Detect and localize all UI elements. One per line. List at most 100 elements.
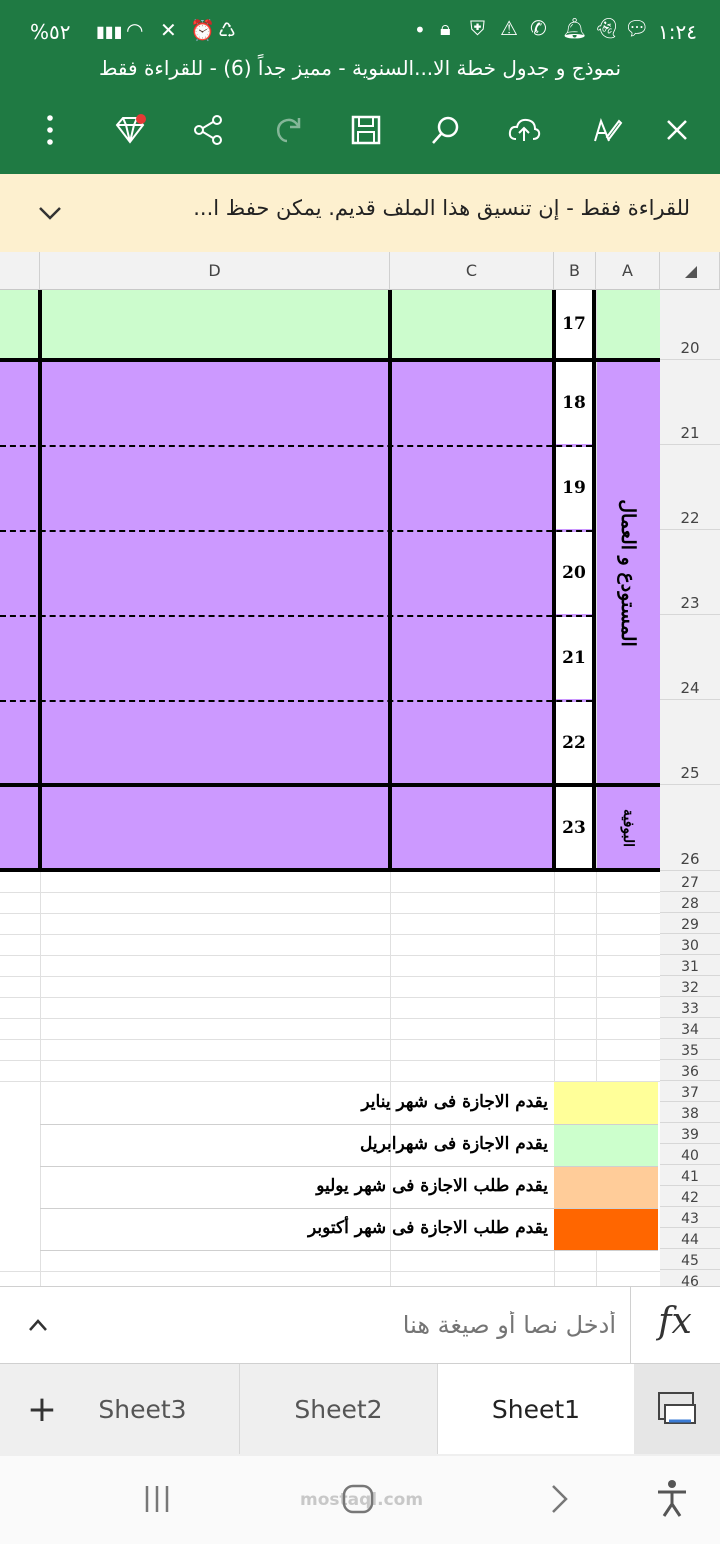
row-header-24[interactable]: 24 bbox=[660, 615, 720, 700]
fill-row-20 bbox=[0, 290, 592, 360]
row-header-42[interactable]: 42 bbox=[660, 1186, 720, 1207]
dot-icon: • bbox=[414, 18, 426, 42]
tab-sheet2[interactable]: Sheet2 bbox=[240, 1364, 438, 1454]
legend-swatch-yellow bbox=[554, 1082, 658, 1124]
fill-a20 bbox=[596, 290, 660, 360]
cell-b23[interactable]: 20 bbox=[556, 532, 592, 614]
column-header-partial[interactable] bbox=[0, 252, 40, 290]
row-header-28[interactable]: 28 bbox=[660, 892, 720, 913]
cell-b26[interactable]: 23 bbox=[556, 787, 592, 868]
cell-a21-merged[interactable]: المستودع و العمال bbox=[596, 362, 660, 783]
row-header-22[interactable]: 22 bbox=[660, 445, 720, 530]
cell-b25[interactable]: 22 bbox=[556, 702, 592, 783]
mute-icon: ✕ bbox=[160, 18, 177, 42]
row-header-38[interactable]: 38 bbox=[660, 1102, 720, 1123]
app-header: ١:٢٤ %٥٢ ▮▮▮ ◠ ✕ ⏰ ♺ • 🔒︎ ⛨ ⚠ ✆ 🔔︎ 👻︎ 💬︎… bbox=[0, 0, 720, 174]
column-header-b[interactable]: B bbox=[554, 252, 596, 290]
corner-triangle-icon bbox=[684, 265, 697, 278]
row-header-27[interactable]: 27 bbox=[660, 871, 720, 892]
shield-icon: ⛨ bbox=[470, 16, 485, 40]
formula-input[interactable] bbox=[70, 1287, 630, 1363]
legend-swatch-orange bbox=[554, 1209, 658, 1250]
signal-icon: ▮▮▮ bbox=[96, 22, 123, 41]
premium-button[interactable] bbox=[104, 104, 156, 156]
tab-sheet1[interactable]: Sheet1 bbox=[438, 1364, 634, 1454]
phone-icon: ✆ bbox=[530, 16, 547, 40]
status-time: ١:٢٤ bbox=[658, 20, 697, 44]
cell-b20[interactable]: 17 bbox=[556, 290, 592, 358]
edit-button[interactable] bbox=[580, 104, 632, 156]
more-button[interactable] bbox=[24, 104, 76, 156]
row-header-32[interactable]: 32 bbox=[660, 976, 720, 997]
sheets-overview-icon bbox=[658, 1392, 696, 1424]
chat-icon: 💬︎ bbox=[624, 16, 650, 40]
fx-button[interactable]: fx bbox=[640, 1301, 710, 1349]
row-header-29[interactable]: 29 bbox=[660, 913, 720, 934]
legend-text-january[interactable]: يقدم الاجازة فى شهر يناير bbox=[40, 1092, 548, 1112]
lock-icon: 🔒︎ bbox=[440, 16, 451, 40]
legend-text-april[interactable]: يقدم الاجازة فى شهرابريل bbox=[40, 1134, 548, 1154]
select-all-corner[interactable] bbox=[660, 252, 720, 290]
row-header-44[interactable]: 44 bbox=[660, 1228, 720, 1249]
save-button[interactable] bbox=[340, 104, 392, 156]
chevron-up-icon[interactable] bbox=[26, 1315, 50, 1335]
back-icon[interactable] bbox=[544, 1482, 574, 1516]
search-button[interactable] bbox=[420, 104, 472, 156]
readonly-banner[interactable]: للقراءة فقط - إن تنسيق هذا الملف قديم. ي… bbox=[0, 174, 720, 252]
sheet-tabs: + Sheet3 Sheet2 Sheet1 bbox=[0, 1364, 720, 1456]
spreadsheet-grid[interactable]: D C B A 17 18 19 20 21 22 23 المستودع و … bbox=[0, 252, 720, 1286]
legend-text-july[interactable]: يقدم طلب الاجازة فى شهر يوليو bbox=[40, 1176, 548, 1196]
system-navigation-bar: mostaql.com bbox=[0, 1456, 720, 1544]
cell-a26[interactable]: البوفية bbox=[596, 787, 660, 868]
legend-swatch-peach bbox=[554, 1167, 658, 1208]
row-header-26[interactable]: 26 bbox=[660, 785, 720, 871]
cell-b24[interactable]: 21 bbox=[556, 617, 592, 699]
redo-button[interactable] bbox=[262, 104, 314, 156]
upload-button[interactable] bbox=[498, 104, 550, 156]
warning-icon: ⚠ bbox=[500, 16, 518, 40]
battery-level: %٥٢ bbox=[30, 20, 71, 44]
row-header-21[interactable]: 21 bbox=[660, 360, 720, 445]
accessibility-icon[interactable] bbox=[654, 1478, 690, 1518]
row-header-46[interactable]: 46 bbox=[660, 1270, 720, 1286]
more-icon bbox=[47, 115, 53, 145]
row-header-25[interactable]: 25 bbox=[660, 700, 720, 785]
row-header-30[interactable]: 30 bbox=[660, 934, 720, 955]
row-header-43[interactable]: 43 bbox=[660, 1207, 720, 1228]
formula-bar: fx bbox=[0, 1286, 720, 1364]
group-label-warehouse: المستودع و العمال bbox=[617, 498, 640, 647]
chevron-down-icon[interactable] bbox=[36, 200, 64, 224]
column-header-c[interactable]: C bbox=[390, 252, 554, 290]
column-header-d[interactable]: D bbox=[40, 252, 390, 290]
row-header-40[interactable]: 40 bbox=[660, 1144, 720, 1165]
save-icon bbox=[351, 115, 381, 145]
group-label-buffet: البوفية bbox=[619, 808, 636, 847]
legend-swatch-light-green bbox=[554, 1125, 658, 1166]
banner-text: للقراءة فقط - إن تنسيق هذا الملف قديم. ي… bbox=[193, 196, 690, 220]
row-header-41[interactable]: 41 bbox=[660, 1165, 720, 1186]
snapchat-icon: 👻︎ bbox=[594, 16, 620, 40]
row-header-36[interactable]: 36 bbox=[660, 1060, 720, 1081]
tab-sheet3[interactable]: Sheet3 bbox=[46, 1364, 240, 1454]
row-header-23[interactable]: 23 bbox=[660, 530, 720, 615]
row-header-37[interactable]: 37 bbox=[660, 1081, 720, 1102]
recycle-icon: ♺ bbox=[218, 18, 236, 42]
close-button[interactable] bbox=[651, 104, 703, 156]
sheet-switcher-button[interactable] bbox=[634, 1364, 720, 1454]
row-header-45[interactable]: 45 bbox=[660, 1249, 720, 1270]
row-header-20[interactable]: 20 bbox=[660, 290, 720, 360]
cell-b21[interactable]: 18 bbox=[556, 362, 592, 444]
share-button[interactable] bbox=[182, 104, 234, 156]
close-icon bbox=[667, 120, 687, 140]
row-header-31[interactable]: 31 bbox=[660, 955, 720, 976]
document-title: نموذج و جدول خطة الا...السنوية - مميز جد… bbox=[98, 56, 622, 80]
home-icon[interactable] bbox=[340, 1482, 376, 1516]
legend-text-october[interactable]: يقدم طلب الاجازة فى شهر أكتوبر bbox=[40, 1218, 548, 1238]
column-header-a[interactable]: A bbox=[596, 252, 660, 290]
row-header-33[interactable]: 33 bbox=[660, 997, 720, 1018]
row-header-35[interactable]: 35 bbox=[660, 1039, 720, 1060]
row-header-39[interactable]: 39 bbox=[660, 1123, 720, 1144]
recent-apps-icon[interactable] bbox=[140, 1482, 174, 1516]
cell-b22[interactable]: 19 bbox=[556, 447, 592, 529]
row-header-34[interactable]: 34 bbox=[660, 1018, 720, 1039]
